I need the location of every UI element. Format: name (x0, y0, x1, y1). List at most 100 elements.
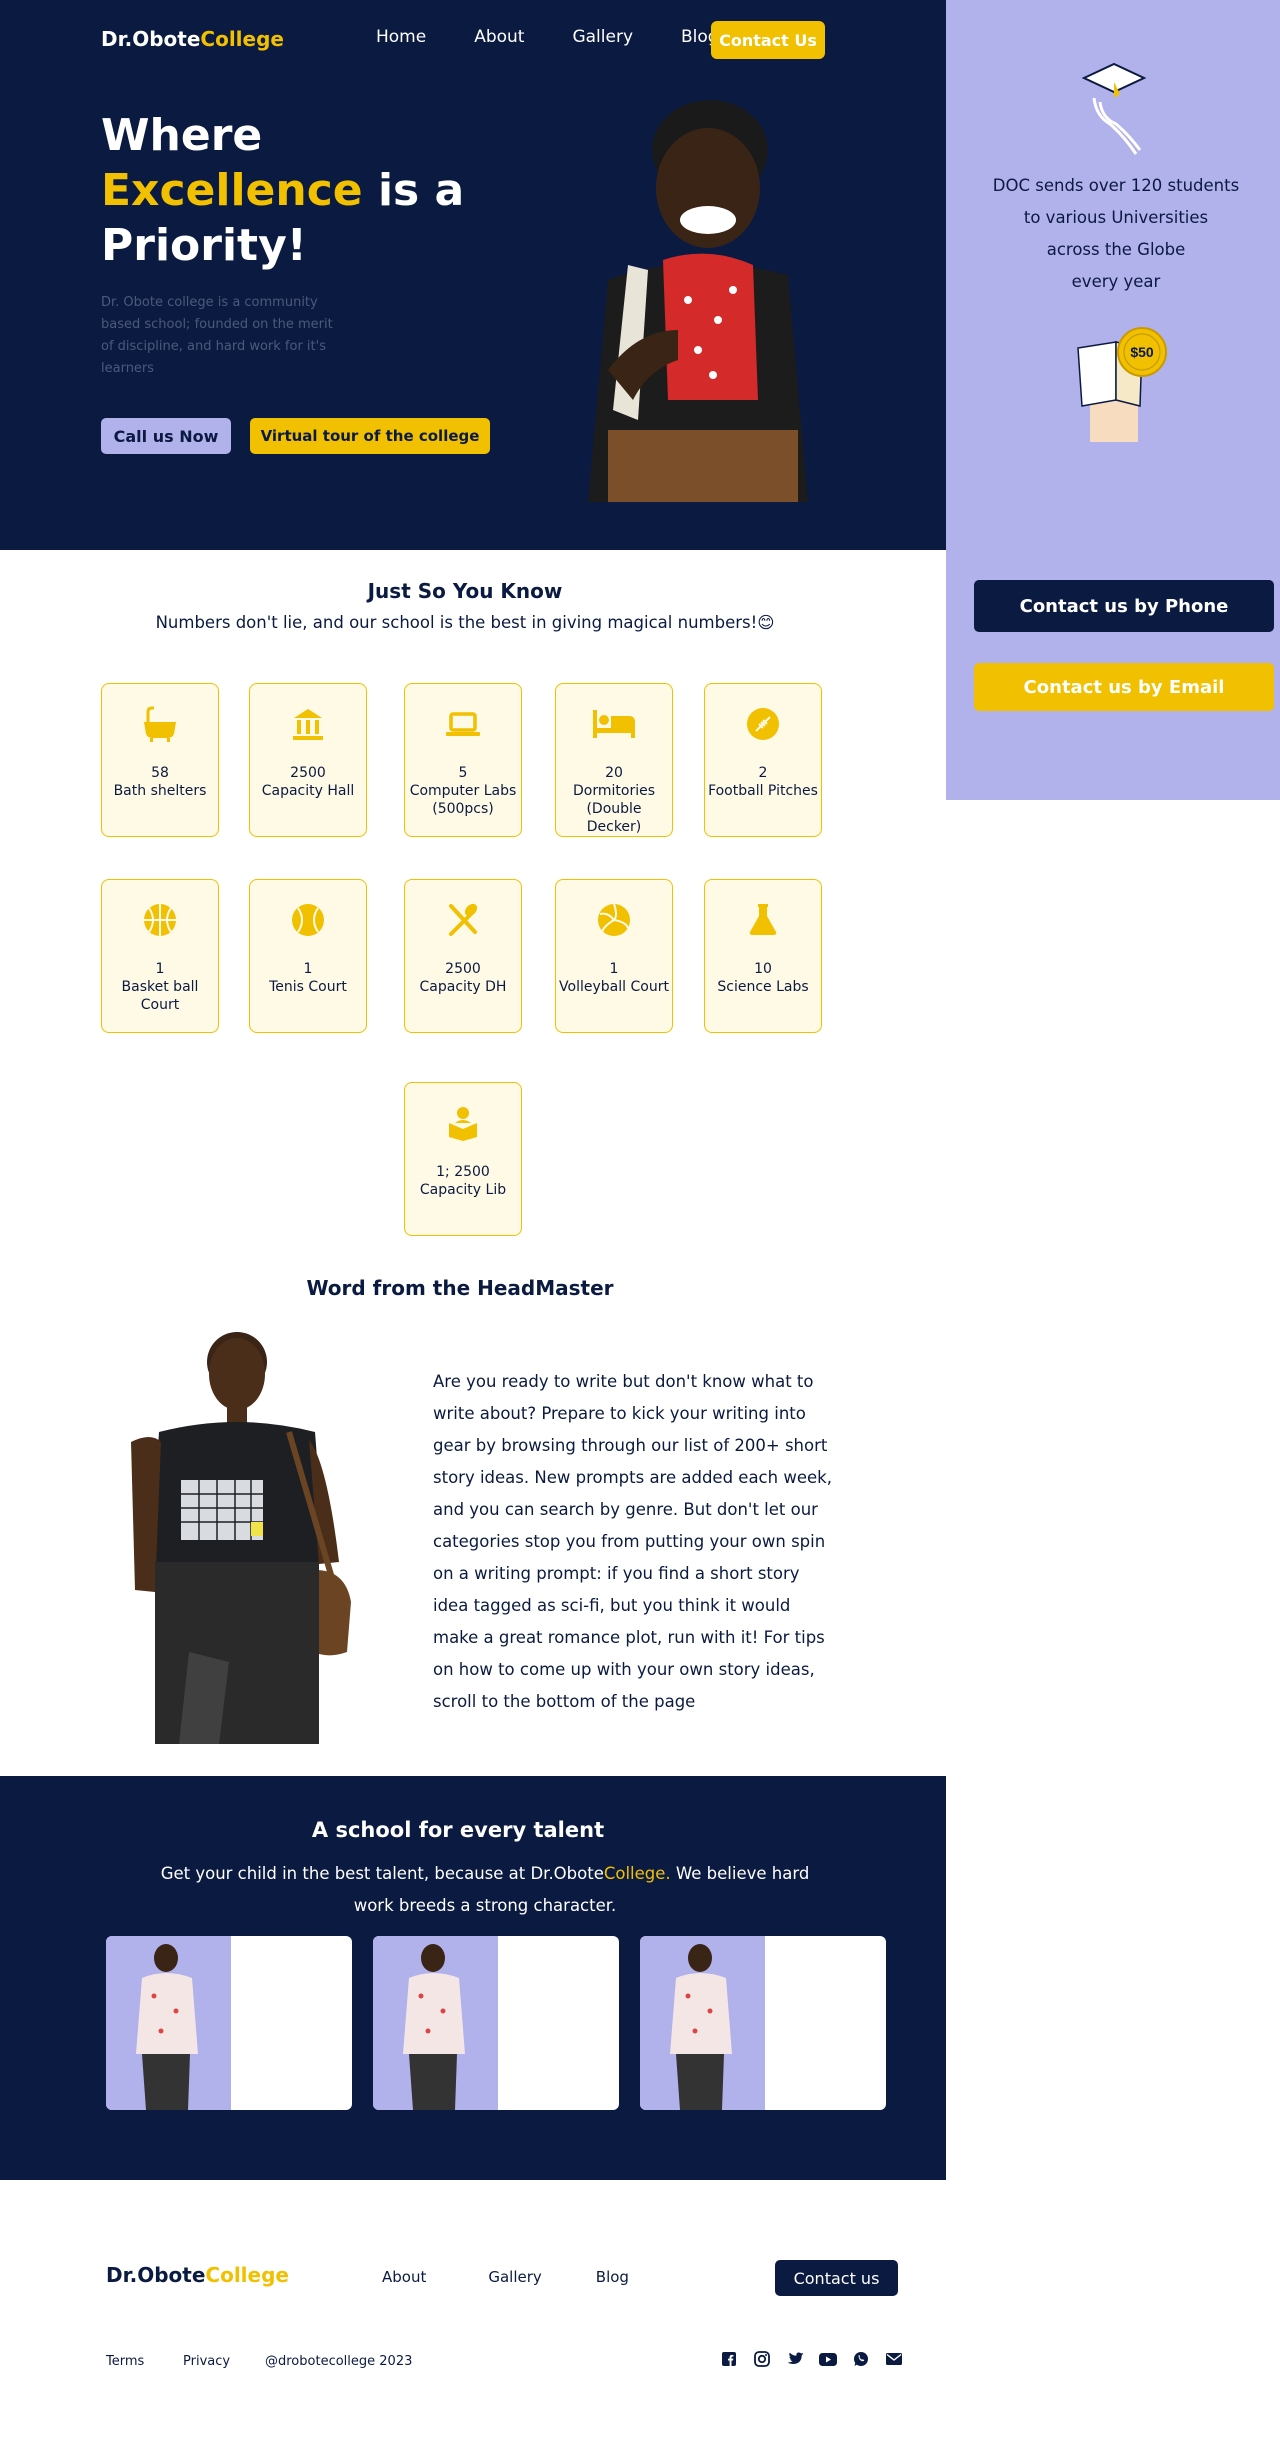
fact-card: 20 Dormitories (Double Decker) (555, 683, 673, 837)
facebook-icon[interactable] (720, 2350, 738, 2368)
fact-card: 2 Football Pitches (704, 683, 822, 837)
coin-label: $50 (1130, 344, 1154, 360)
fact-card: 1 Tenis Court (249, 879, 367, 1033)
fact-value: 1 (609, 961, 619, 977)
laptop-icon (405, 706, 521, 746)
nav-about[interactable]: About (474, 27, 524, 47)
fact-card: 1 Volleyball Court (555, 879, 673, 1033)
stat-line: DOC sends over 120 students (992, 176, 1240, 195)
fact-label: Capacity Lib (419, 1182, 507, 1198)
hero-title: Where Excellence is a Priority! (101, 108, 521, 273)
headmaster-message: Are you ready to write but don't know wh… (433, 1372, 832, 1711)
footer-link-blog[interactable]: Blog (596, 2268, 629, 2286)
facts-title: Just So You Know (367, 579, 563, 603)
hall-icon (250, 706, 366, 746)
flask-icon (705, 902, 821, 942)
contact-email-button[interactable]: Contact us by Email (974, 663, 1274, 711)
nav-gallery[interactable]: Gallery (572, 27, 633, 47)
dining-icon (405, 902, 521, 942)
fact-label: Volleyball Court (559, 979, 669, 995)
fact-label: Dormitories (Double Decker) (573, 783, 655, 835)
talent-title: A school for every talent (311, 1818, 605, 1842)
stat-line: to various Universities (1023, 208, 1209, 227)
basketball-icon (102, 902, 218, 942)
fact-card: 1; 2500 Capacity Lib (404, 1082, 522, 1236)
hero-title-rest: is a (362, 165, 465, 216)
reader-icon (405, 1105, 521, 1145)
twitter-icon[interactable] (786, 2350, 804, 2368)
contact-phone-button[interactable]: Contact us by Phone (974, 580, 1274, 632)
talent-card[interactable] (373, 1936, 619, 2110)
fact-label: Tenis Court (269, 979, 347, 995)
fact-value: 1; 2500 (436, 1164, 490, 1180)
youtube-icon[interactable] (819, 2350, 837, 2368)
tennis-icon (250, 902, 366, 942)
hero-title-line1: Where (101, 110, 263, 161)
facts-subtitle: Numbers don't lie, and our school is the… (155, 613, 775, 632)
stat-line: every year (1071, 272, 1161, 291)
nav-contact-button[interactable]: Contact Us (711, 21, 825, 59)
university-stat: DOC sends over 120 students to various U… (976, 170, 1256, 298)
fact-value: 20 (605, 765, 623, 781)
social-links (720, 2350, 903, 2368)
whatsapp-icon[interactable] (852, 2350, 870, 2368)
footer-logo[interactable]: Dr.OboteCollege (106, 2263, 289, 2287)
fact-card: 5 Computer Labs (500pcs) (404, 683, 522, 837)
stat-line: across the Globe (1046, 240, 1186, 259)
football-icon (705, 706, 821, 746)
sidebar-panel: DOC sends over 120 students to various U… (946, 0, 1280, 800)
footer-nav: About Gallery Blog (382, 2268, 629, 2286)
logo-text-part2: College (200, 27, 284, 51)
fact-label: Football Pitches (708, 783, 818, 799)
hero-description: Dr. Obote college is a community based s… (101, 295, 333, 376)
call-us-button[interactable]: Call us Now (101, 418, 231, 454)
privacy-link[interactable]: Privacy (183, 2354, 230, 2369)
mail-icon[interactable] (885, 2350, 903, 2368)
talent-desc-highlight: College. (603, 1864, 671, 1883)
fact-value: 10 (754, 961, 772, 977)
footer-link-gallery[interactable]: Gallery (488, 2268, 541, 2286)
fact-label: Computer Labs (500pcs) (409, 783, 517, 817)
hero-student-photo (568, 100, 816, 502)
talent-card[interactable] (106, 1936, 352, 2110)
talent-card[interactable] (640, 1936, 886, 2110)
fact-value: 1 (155, 961, 165, 977)
footer-contact-button[interactable]: Contact us (775, 2260, 898, 2296)
fact-value: 1 (303, 961, 313, 977)
fact-label: Capacity DH (419, 979, 507, 995)
fact-value: 5 (458, 765, 468, 781)
fact-card: 1 Basket ball Court (101, 879, 219, 1033)
fact-label: Basket ball Court (121, 979, 199, 1013)
main-nav: Home About Gallery Blog (376, 27, 719, 47)
fact-value: 58 (151, 765, 169, 781)
site-logo[interactable]: Dr.OboteCollege (101, 27, 284, 51)
logo-text-part1: Dr.Obote (101, 27, 201, 51)
copyright-text: @drobotecollege 2023 (265, 2354, 413, 2369)
logo-text-part2: College (205, 2263, 289, 2287)
fact-value: 2500 (290, 765, 326, 781)
instagram-icon[interactable] (753, 2350, 771, 2368)
hero-section: Dr.OboteCollege Home About Gallery Blog … (0, 0, 946, 550)
talent-student-photo (106, 1936, 231, 2110)
talent-section: A school for every talent Get your child… (0, 1776, 946, 2180)
fact-card: 2500 Capacity Hall (249, 683, 367, 837)
footer-link-about[interactable]: About (382, 2268, 426, 2286)
nav-home[interactable]: Home (376, 27, 426, 47)
logo-text-part1: Dr.Obote (106, 2263, 206, 2287)
fact-card: 58 Bath shelters (101, 683, 219, 837)
bed-icon (556, 706, 672, 746)
hero-title-highlight: Excellence (101, 165, 363, 216)
talent-desc-part1: Get your child in the best talent, becau… (160, 1864, 604, 1883)
headmaster-title: Word from the HeadMaster (306, 1276, 614, 1300)
talent-student-photo (640, 1936, 765, 2110)
fact-card: 10 Science Labs (704, 879, 822, 1033)
talent-description: Get your child in the best talent, becau… (140, 1858, 830, 1922)
virtual-tour-button[interactable]: Virtual tour of the college (250, 418, 490, 454)
terms-link[interactable]: Terms (106, 2354, 144, 2369)
fact-card: 2500 Capacity DH (404, 879, 522, 1033)
talent-student-photo (373, 1936, 498, 2110)
graduation-cap-icon (1081, 62, 1147, 155)
fact-label: Science Labs (717, 979, 809, 995)
fact-value: 2 (758, 765, 768, 781)
fact-value: 2500 (445, 961, 481, 977)
